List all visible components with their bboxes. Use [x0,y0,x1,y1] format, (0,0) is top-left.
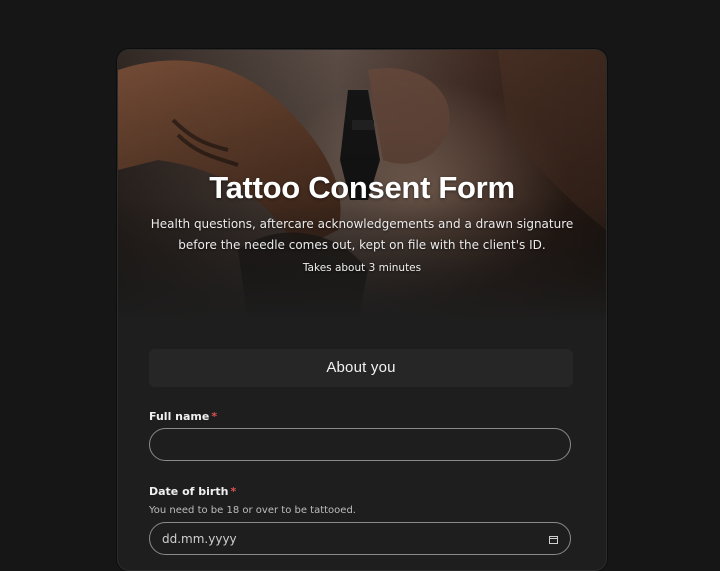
hero-banner: Tattoo Consent Form Health questions, af… [118,50,606,322]
required-mark: * [211,410,218,423]
full-name-label: Full name * [149,410,217,423]
dob-label: Date of birth * [149,485,236,498]
form-card: Tattoo Consent Form Health questions, af… [117,49,607,571]
form-description: Health questions, aftercare acknowledgem… [150,217,574,252]
completion-time: Takes about 3 minutes [302,262,422,274]
form-title: Tattoo Consent Form [209,170,515,205]
dob-label-text: Date of birth [149,485,229,498]
section-header-about-you: About you [149,349,573,387]
hero-text: Tattoo Consent Form Health questions, af… [118,168,606,274]
dob-help-text: You need to be 18 or over to be tattooed… [149,505,356,516]
full-name-input[interactable] [149,428,571,461]
full-name-label-text: Full name [149,410,210,423]
required-mark: * [230,485,237,498]
dob-input[interactable] [149,522,571,555]
